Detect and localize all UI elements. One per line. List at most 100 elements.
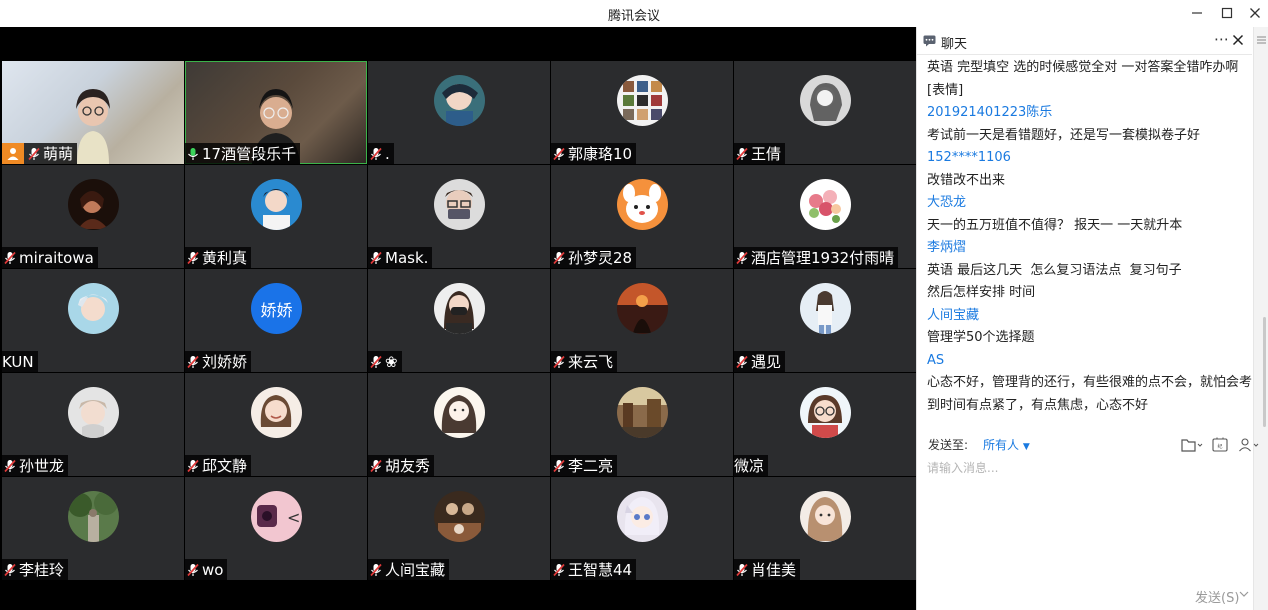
send-options-icon[interactable] xyxy=(1239,590,1249,598)
participant-name: 人间宝藏 xyxy=(385,561,446,579)
participant-tile[interactable]: . xyxy=(368,61,550,164)
participant-name: 王倩 xyxy=(751,145,782,163)
mic-muted-icon xyxy=(4,251,16,264)
participant-tile[interactable]: 17酒管段乐千 xyxy=(185,61,367,164)
participant-tile[interactable]: 邱文静 xyxy=(185,373,367,476)
chat-sender[interactable]: AS xyxy=(927,350,1253,373)
participant-name: 孙世龙 xyxy=(19,457,65,475)
message-input[interactable]: 请输入消息... xyxy=(927,459,998,476)
mic-on-icon xyxy=(188,147,198,160)
participant-tile[interactable]: 微凉 xyxy=(734,373,916,476)
chat-message-text: 改错改不出来 xyxy=(927,172,1006,188)
participant-tile[interactable]: 孙世龙 xyxy=(2,373,184,476)
svg-text:纪: 纪 xyxy=(1217,443,1222,450)
participant-tile[interactable]: 娇娇 刘娇娇 xyxy=(185,269,367,372)
participant-tile[interactable]: 萌萌 xyxy=(2,61,184,164)
chat-scrollbar[interactable] xyxy=(1263,317,1266,427)
mic-muted-icon xyxy=(187,251,199,264)
chat-sender[interactable]: 大恐龙 xyxy=(927,192,1253,215)
mic-muted-icon xyxy=(553,563,565,576)
participant-tile[interactable]: 郭康珞10 xyxy=(551,61,733,164)
participant-tile[interactable]: 李桂玲 xyxy=(2,477,184,580)
chat-message: 英语 完型填空 选的时候感觉全对 一对答案全错咋办啊[表情] xyxy=(927,57,1253,102)
participant-avatar xyxy=(617,75,668,126)
mic-indicator xyxy=(2,562,18,578)
chat-sender[interactable]: 201921401223陈乐 xyxy=(927,102,1253,125)
participant-tile[interactable]: 肖佳美 xyxy=(734,477,916,580)
participant-tile[interactable]: 胡友秀 xyxy=(368,373,550,476)
mic-muted-icon xyxy=(187,563,199,576)
chat-sender[interactable]: 152****1106 xyxy=(927,147,1253,170)
mic-indicator xyxy=(551,354,567,370)
participant-name: 王智慧44 xyxy=(568,561,633,579)
participant-name: wo xyxy=(202,560,224,579)
participant-tile[interactable]: 人间宝藏 xyxy=(368,477,550,580)
participant-avatar xyxy=(617,387,668,438)
chat-message-list: 英语 完型填空 选的时候感觉全对 一对答案全错咋办啊[表情] 2019214012… xyxy=(927,57,1253,427)
mic-indicator xyxy=(2,458,18,474)
participant-name: 邱文静 xyxy=(202,457,248,475)
menu-icon[interactable] xyxy=(1257,36,1266,44)
participant-tile[interactable]: < wo xyxy=(185,477,367,580)
host-icon xyxy=(2,143,24,164)
mic-muted-icon xyxy=(736,563,748,576)
participant-avatar xyxy=(434,75,485,126)
participant-name: 遇见 xyxy=(751,353,782,371)
chat-message: 李炳熠 英语 最后这几天 怎么复习语法点 复习句子 然后怎样安排 时间 xyxy=(927,237,1253,305)
participant-tile[interactable]: Mask. xyxy=(368,165,550,268)
participant-tile[interactable]: 王倩 xyxy=(734,61,916,164)
more-options-icon[interactable]: ⋯ xyxy=(1214,30,1230,48)
participant-avatar xyxy=(68,387,119,438)
user-options-icon[interactable] xyxy=(1238,437,1262,453)
participant-tile[interactable]: 酒店管理1932付雨晴 xyxy=(734,165,916,268)
maximize-button[interactable] xyxy=(1215,3,1239,23)
mic-muted-icon xyxy=(553,251,565,264)
participant-tile[interactable]: 李二亮 xyxy=(551,373,733,476)
participant-avatar xyxy=(68,179,119,230)
mic-indicator xyxy=(368,354,384,370)
participant-name: 胡友秀 xyxy=(385,457,431,475)
send-to-label: 发送至: xyxy=(928,438,969,452)
participant-tile[interactable]: 遇见 xyxy=(734,269,916,372)
mic-indicator xyxy=(185,250,201,266)
participant-name: 黄利真 xyxy=(202,249,248,267)
participant-name: 来云飞 xyxy=(568,353,614,371)
minimize-button[interactable] xyxy=(1185,3,1209,23)
mic-indicator xyxy=(26,146,42,162)
participant-tile[interactable]: 来云飞 xyxy=(551,269,733,372)
mic-muted-icon xyxy=(553,459,565,472)
participant-label: 孙世龙 xyxy=(2,455,69,476)
close-chat-icon[interactable] xyxy=(1232,34,1244,46)
participant-tile[interactable]: 黄利真 xyxy=(185,165,367,268)
close-window-button[interactable] xyxy=(1243,3,1267,23)
participant-tile[interactable]: 孙梦灵28 xyxy=(551,165,733,268)
mic-indicator xyxy=(368,562,384,578)
maximize-icon xyxy=(1221,7,1233,19)
participant-avatar: < xyxy=(251,491,302,542)
participant-name: 李桂玲 xyxy=(19,561,65,579)
mic-indicator xyxy=(185,146,201,162)
participant-avatar xyxy=(251,179,302,230)
chat-message-text: 英语 最后这几天 怎么复习语法点 复习句子 然后怎样安排 时间 xyxy=(927,262,1182,301)
mic-muted-icon xyxy=(187,459,199,472)
participant-tile[interactable]: 王智慧44 xyxy=(551,477,733,580)
participant-avatar xyxy=(68,283,119,334)
chat-message-text: 考试前一天是看错题好，还是写一套模拟卷子好 xyxy=(927,127,1201,143)
participant-tile[interactable]: KUN xyxy=(2,269,184,372)
screenshot-tool-icon[interactable]: 纪 xyxy=(1212,437,1228,453)
participant-tile[interactable]: miraitowa xyxy=(2,165,184,268)
send-button[interactable]: 发送(S) xyxy=(1195,587,1239,606)
participant-name: . xyxy=(385,144,390,163)
recipient-select[interactable]: 所有人 ▼ xyxy=(983,436,1030,453)
participant-name: 郭康珞10 xyxy=(568,145,633,163)
participant-avatar xyxy=(617,283,668,334)
participant-label: 酒店管理1932付雨晴 xyxy=(734,247,899,268)
folder-icon[interactable] xyxy=(1181,437,1203,453)
participant-label: 微凉 xyxy=(734,455,769,476)
participant-name: 萌萌 xyxy=(43,145,74,163)
chat-message-text: 天一的五万班值不值得？ 报天一 一天就升本 xyxy=(927,217,1183,233)
participant-label: KUN xyxy=(2,351,38,372)
chat-sender[interactable]: 李炳熠 xyxy=(927,237,1253,260)
chat-sender[interactable]: 人间宝藏 xyxy=(927,305,1253,328)
participant-tile[interactable]: ❀ xyxy=(368,269,550,372)
